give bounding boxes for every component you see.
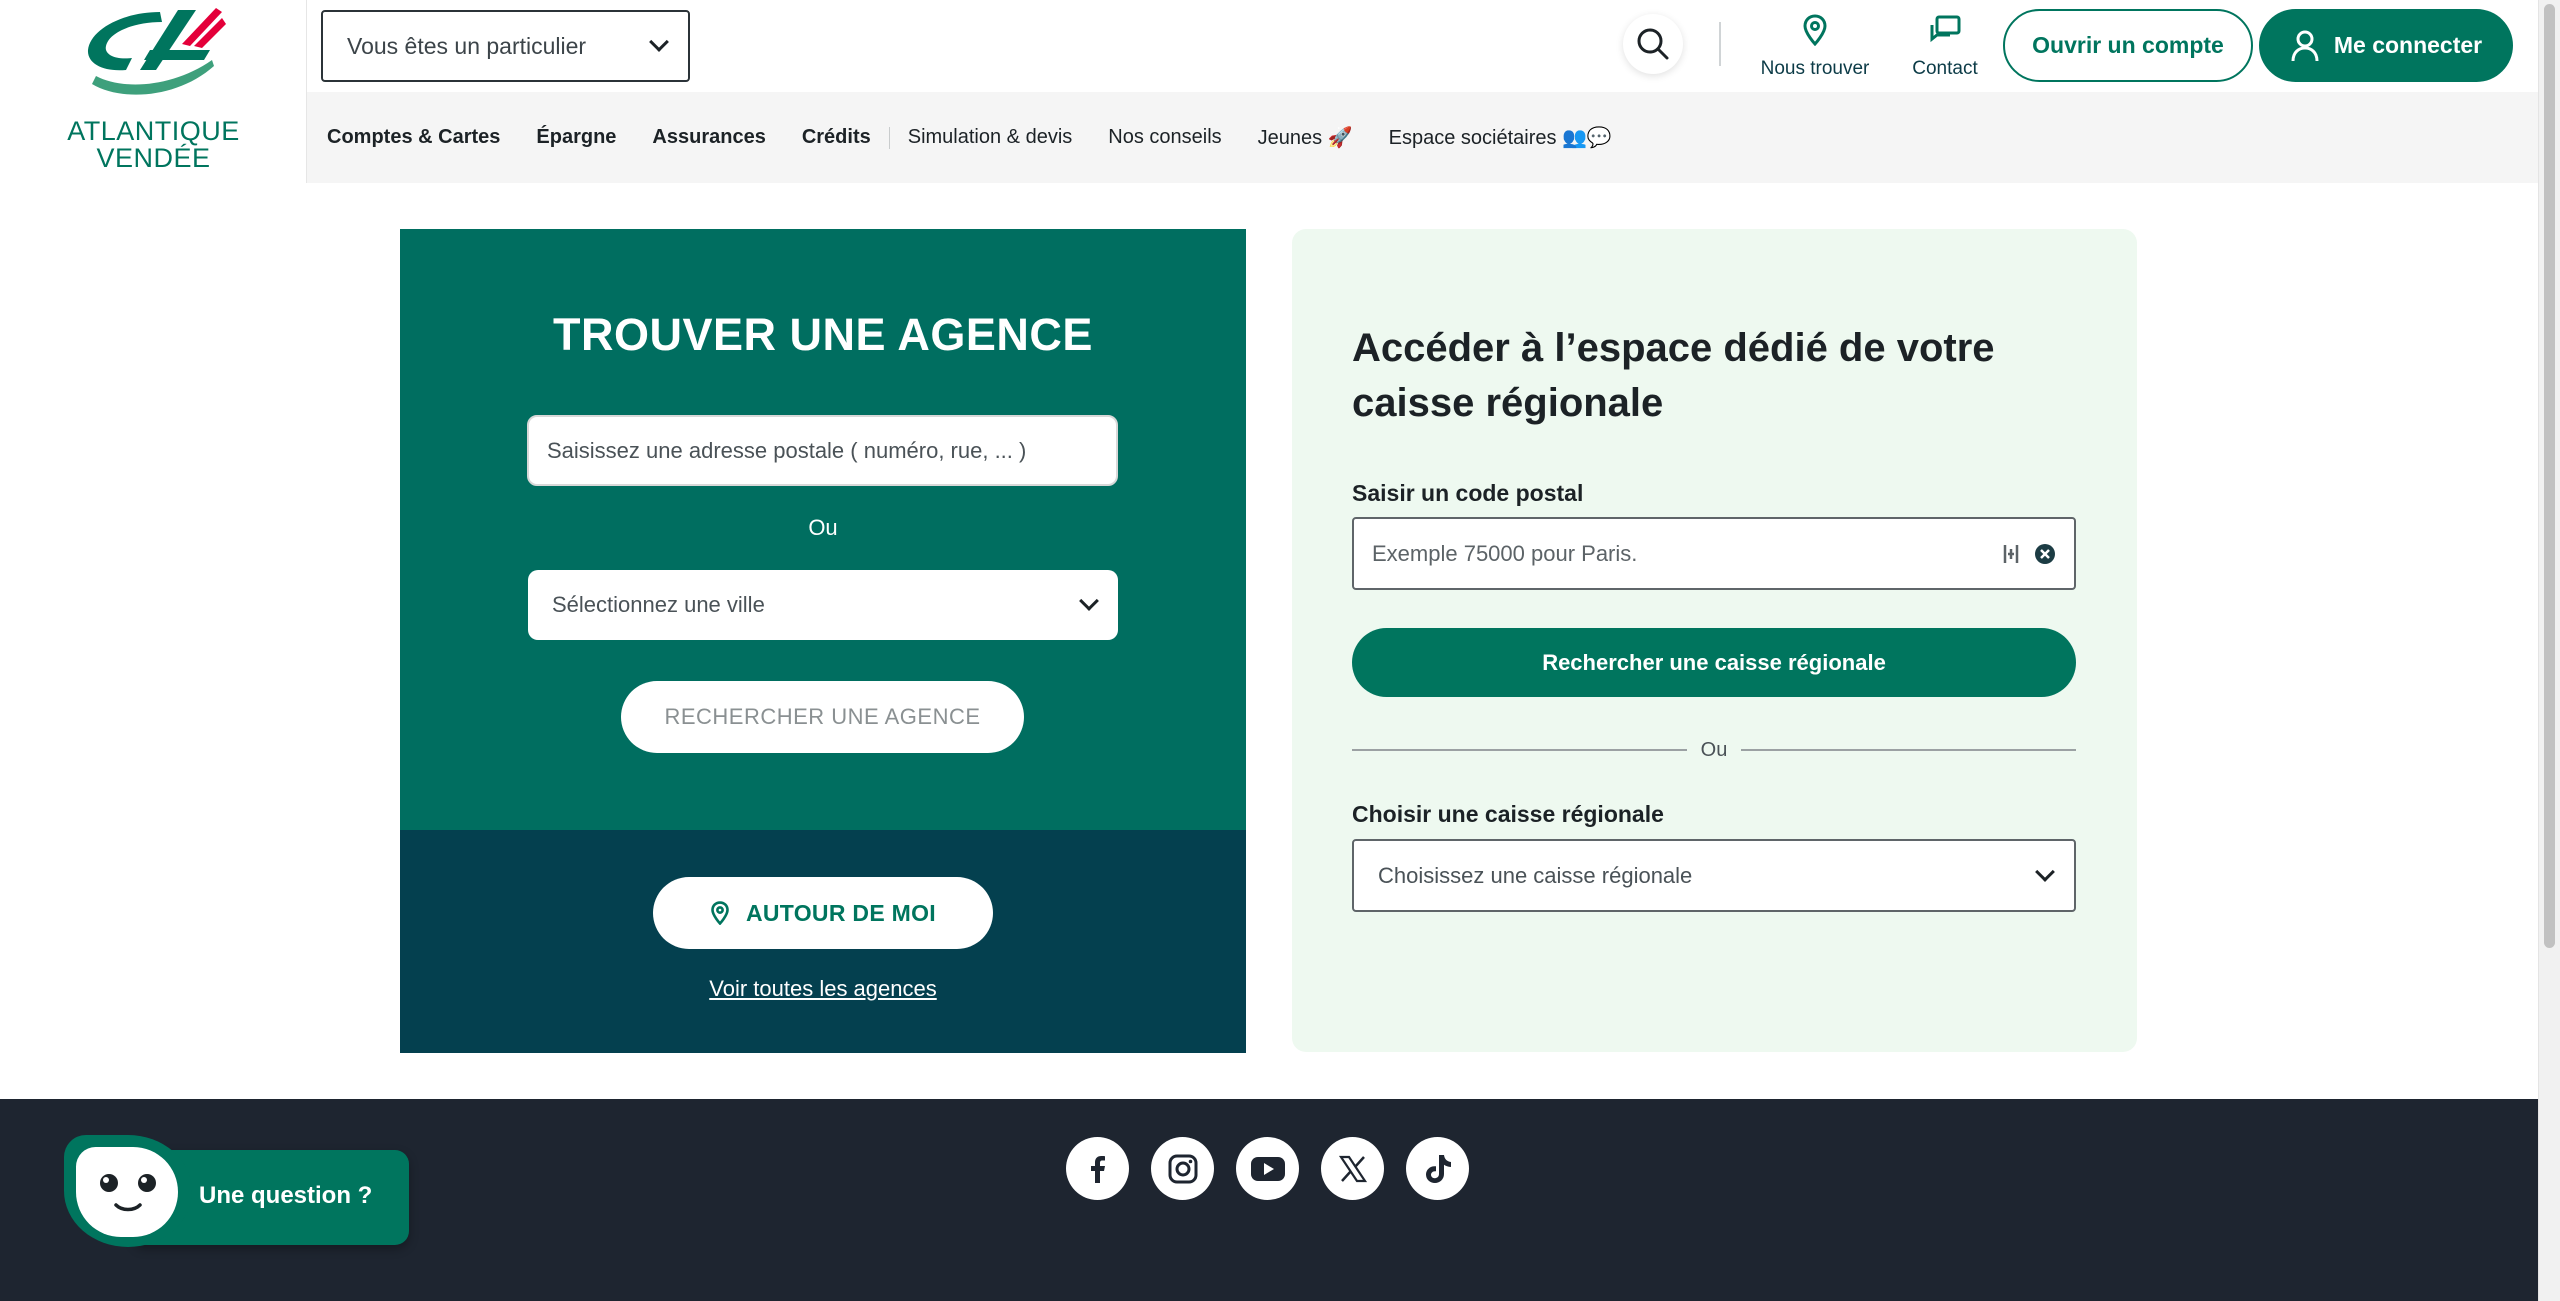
brand-name: ATLANTIQUE VENDÉE xyxy=(67,116,240,173)
credit-agricole-logo-icon xyxy=(87,8,226,95)
find-agency-title: TROUVER UNE AGENCE xyxy=(553,309,1093,360)
instagram-link[interactable] xyxy=(1151,1137,1214,1200)
scrollbar-thumb[interactable] xyxy=(2544,4,2555,948)
chat-widget[interactable]: Une question ? xyxy=(64,1135,409,1247)
tiktok-icon xyxy=(1425,1154,1451,1183)
city-select[interactable]: Sélectionnez une ville xyxy=(528,570,1118,640)
profile-select-value: Vous êtes un particulier xyxy=(347,32,587,59)
youtube-icon xyxy=(1250,1156,1285,1181)
header-divider xyxy=(1719,22,1721,66)
address-input[interactable]: Saisissez une adresse postale ( numéro, … xyxy=(527,415,1118,486)
nav-item-epargne[interactable]: Épargne xyxy=(536,126,616,149)
search-icon xyxy=(1637,28,1669,60)
regional-select[interactable]: Choisissez une caisse régionale xyxy=(1352,839,2076,912)
find-agency-panel: TROUVER UNE AGENCE Saisissez une adresse… xyxy=(400,229,1246,830)
nav-divider xyxy=(888,126,890,149)
open-account-button[interactable]: Ouvrir un compte xyxy=(2003,9,2253,82)
search-regional-button[interactable]: Rechercher une caisse régionale xyxy=(1352,628,2076,697)
password-manager-icon[interactable] xyxy=(2002,543,2020,565)
login-label: Me connecter xyxy=(2333,32,2483,58)
chevron-down-icon xyxy=(2035,861,2055,882)
x-icon xyxy=(1338,1155,1367,1182)
login-button[interactable]: Me connecter xyxy=(2259,9,2513,82)
all-agencies-link[interactable]: Voir toutes les agences xyxy=(400,976,1246,1002)
chat-label: Une question ? xyxy=(199,1182,373,1209)
chatbot-face-icon xyxy=(64,1135,192,1247)
instagram-icon xyxy=(1168,1154,1197,1183)
chevron-down-icon xyxy=(1079,591,1099,611)
facebook-link[interactable] xyxy=(1066,1137,1129,1200)
nav-item-assurances[interactable]: Assurances xyxy=(652,126,765,149)
postal-code-label: Saisir un code postal xyxy=(1352,480,1584,506)
facebook-icon xyxy=(1090,1155,1105,1183)
near-me-panel: AUTOUR DE MOI Voir toutes les agences xyxy=(400,830,1246,1053)
near-me-label: AUTOUR DE MOI xyxy=(745,899,937,926)
tiktok-link[interactable] xyxy=(1406,1137,1469,1200)
site-header: ATLANTIQUE VENDÉE Vous êtes un particuli… xyxy=(0,0,2538,183)
social-links xyxy=(1066,1137,1469,1200)
youtube-link[interactable] xyxy=(1236,1137,1299,1200)
nav-item-espace-societaires[interactable]: Espace sociétaires 👥💬 xyxy=(1389,125,1612,150)
or-label: Ou xyxy=(1700,738,1728,761)
page-scrollbar[interactable] xyxy=(2538,0,2560,1301)
user-icon xyxy=(2291,30,2319,61)
map-pin-icon xyxy=(711,901,729,925)
main-nav: Comptes & Cartes Épargne Assurances Créd… xyxy=(307,92,2538,183)
regional-bank-panel: Accéder à l’espace dédié de votre caisse… xyxy=(1292,229,2137,1052)
near-me-button[interactable]: AUTOUR DE MOI xyxy=(653,877,993,949)
nav-item-nos-conseils[interactable]: Nos conseils xyxy=(1108,126,1221,149)
x-link[interactable] xyxy=(1321,1137,1384,1200)
nav-item-jeunes[interactable]: Jeunes 🚀 xyxy=(1258,125,1353,150)
nav-item-comptes-cartes[interactable]: Comptes & Cartes xyxy=(327,126,500,149)
logo[interactable]: ATLANTIQUE VENDÉE xyxy=(0,0,307,183)
search-button[interactable] xyxy=(1623,14,1683,74)
search-agency-button[interactable]: RECHERCHER UNE AGENCE xyxy=(621,681,1024,753)
profile-select[interactable]: Vous êtes un particulier xyxy=(321,10,690,82)
postal-code-input[interactable]: Exemple 75000 pour Paris. xyxy=(1352,517,2076,590)
postal-code-placeholder: Exemple 75000 pour Paris. xyxy=(1372,540,1638,566)
or-label: Ou xyxy=(808,515,838,540)
address-placeholder: Saisissez une adresse postale ( numéro, … xyxy=(547,437,1027,463)
map-pin-icon xyxy=(1803,14,1827,46)
clear-icon[interactable] xyxy=(2034,543,2056,565)
contact-link[interactable]: Contact xyxy=(1900,14,1990,84)
chat-bubbles-icon xyxy=(1930,15,1961,43)
nav-item-simulation-devis[interactable]: Simulation & devis xyxy=(908,126,1073,149)
city-select-value: Sélectionnez une ville xyxy=(552,592,765,617)
nav-item-credits[interactable]: Crédits xyxy=(802,126,871,149)
nous-trouver-label: Nous trouver xyxy=(1760,58,1870,79)
choose-regional-label: Choisir une caisse régionale xyxy=(1352,801,1664,827)
nous-trouver-link[interactable]: Nous trouver xyxy=(1750,14,1880,84)
contact-label: Contact xyxy=(1912,58,1978,79)
chevron-down-icon xyxy=(649,32,669,52)
regional-title: Accéder à l’espace dédié de votre caisse… xyxy=(1352,326,1995,425)
or-divider: Ou xyxy=(1352,735,2076,765)
regional-select-value: Choisissez une caisse régionale xyxy=(1378,862,1693,888)
